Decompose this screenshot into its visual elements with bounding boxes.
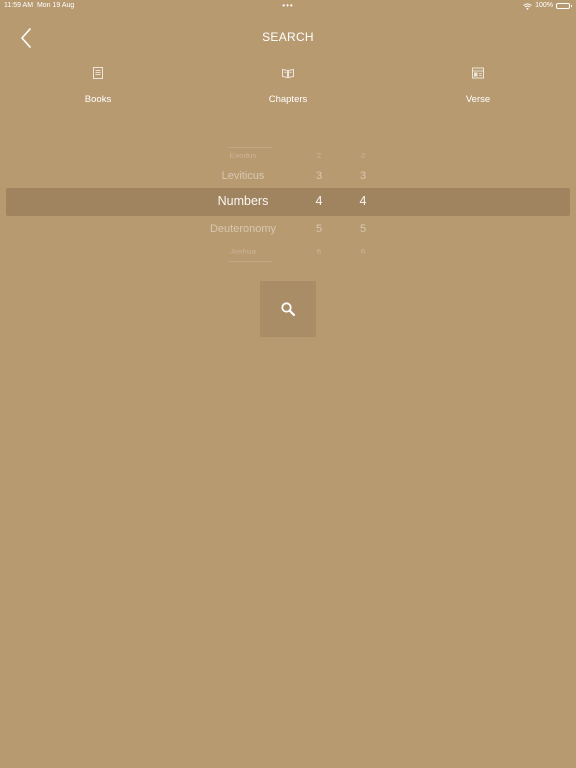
wifi-icon [523, 2, 532, 10]
search-button[interactable] [260, 281, 316, 337]
tab-verse[interactable]: Verse [418, 66, 538, 105]
status-right: 100% [523, 0, 572, 12]
book-icon [93, 67, 103, 79]
status-bar: 11:59 AM Mon 19 Aug ••• 100% [0, 0, 576, 12]
multitasking-dots-icon[interactable]: ••• [282, 0, 293, 12]
picker-chapter-selected: 4 [315, 194, 323, 208]
tab-chapters-label: Chapters [268, 94, 308, 105]
picker-row[interactable]: Leviticus 3 3 [6, 170, 570, 190]
picker-book: Joshua [230, 248, 256, 256]
picker-verse: 2 [360, 152, 366, 160]
tab-chapters[interactable]: Chapters [228, 66, 348, 105]
picker-chapter: 5 [315, 223, 323, 235]
page-title: SEARCH [262, 30, 314, 44]
picker-verse-selected: 4 [359, 194, 367, 208]
battery-percent: 100% [535, 2, 553, 9]
picker-row[interactable]: Deuteronomy 5 5 [6, 223, 570, 243]
status-time: 11:59 AM Mon 19 Aug [4, 0, 74, 12]
picker-verse: 6 [360, 248, 366, 256]
picker-row-selected[interactable]: Numbers 4 4 [6, 194, 570, 214]
status-time-value: 11:59 AM [4, 2, 34, 9]
picker-chapter: 2 [316, 152, 322, 160]
picker-verse: 3 [359, 170, 367, 182]
picker-row[interactable]: Joshua 6 6 [6, 248, 570, 264]
search-mode-tabs: Books Chapters Verse [0, 66, 576, 112]
status-date: Mon 19 Aug [36, 2, 75, 9]
search-icon [281, 302, 296, 317]
verse-layout-icon [472, 67, 484, 79]
picker-book: Deuteronomy [209, 223, 277, 235]
tab-books[interactable]: Books [38, 66, 158, 105]
nav-bar: SEARCH [0, 22, 576, 52]
battery-icon [556, 3, 572, 9]
picker-chapter: 3 [315, 170, 323, 182]
picker-verse: 5 [359, 223, 367, 235]
tab-verse-label: Verse [465, 94, 491, 105]
tab-books-label: Books [84, 94, 112, 105]
picker-book: Exodus [229, 152, 257, 160]
open-book-icon [282, 68, 294, 79]
picker-book: Leviticus [221, 170, 265, 182]
picker-book-selected: Numbers [217, 194, 269, 208]
picker-row[interactable]: Exodus 2 2 [6, 152, 570, 168]
picker-divider [228, 147, 272, 148]
picker-chapter: 6 [316, 248, 322, 256]
reference-picker[interactable]: Exodus 2 2 Leviticus 3 3 Numbers 4 4 Deu… [6, 140, 570, 266]
